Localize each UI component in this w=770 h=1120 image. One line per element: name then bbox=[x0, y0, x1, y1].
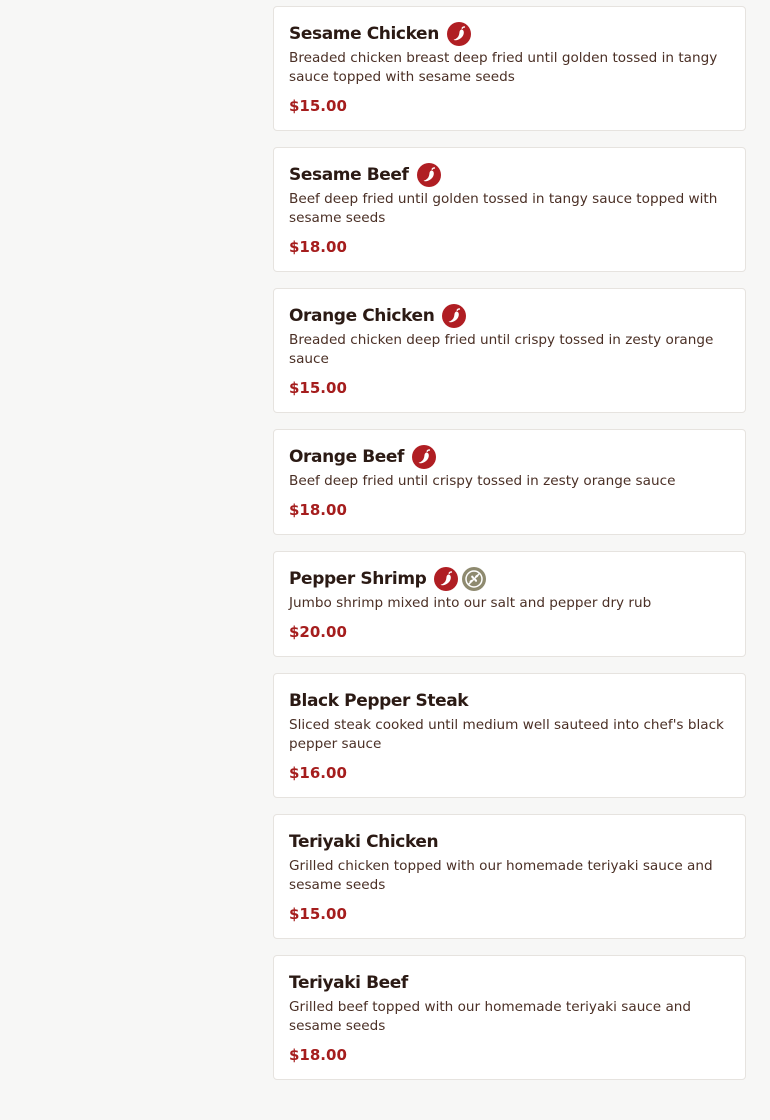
menu-item-description: Grilled chicken topped with our homemade… bbox=[289, 858, 713, 893]
menu-item-price: $15.00 bbox=[289, 97, 347, 115]
dietary-icons bbox=[446, 22, 475, 46]
menu-item-price: $15.00 bbox=[289, 905, 347, 923]
spicy-icon bbox=[416, 163, 441, 187]
menu-item-name: Black Pepper Steak bbox=[289, 691, 469, 711]
menu-item-name: Orange Beef bbox=[289, 447, 405, 467]
menu-item-header: Orange Chicken bbox=[289, 303, 730, 329]
menu-item-description: Beef deep fried until golden tossed in t… bbox=[289, 191, 718, 226]
menu-item-orange-chicken[interactable]: Orange Chicken Breaded chicken deep frie… bbox=[273, 288, 746, 413]
menu-item-pepper-shrimp[interactable]: Pepper Shrimp Jumbo shrimp mixed into ou… bbox=[273, 551, 746, 657]
menu-item-price: $18.00 bbox=[289, 238, 347, 256]
dietary-icons bbox=[416, 163, 445, 187]
menu-item-teriyaki-beef[interactable]: Teriyaki Beef Grilled beef topped with ou… bbox=[273, 955, 746, 1080]
dietary-icons bbox=[434, 567, 490, 591]
gluten-free-icon bbox=[462, 567, 487, 591]
menu-item-price: $20.00 bbox=[289, 623, 347, 641]
menu-item-price: $15.00 bbox=[289, 379, 347, 397]
menu-item-description: Sliced steak cooked until medium well sa… bbox=[289, 717, 724, 752]
menu-item-price: $18.00 bbox=[289, 1046, 347, 1064]
menu-item-name: Sesame Beef bbox=[289, 165, 409, 185]
menu-item-price: $16.00 bbox=[289, 764, 347, 782]
menu-item-name: Sesame Chicken bbox=[289, 24, 439, 44]
menu-item-header: Sesame Beef bbox=[289, 162, 730, 188]
spicy-icon bbox=[446, 22, 471, 46]
menu-item-description: Beef deep fried until crispy tossed in z… bbox=[289, 473, 676, 489]
menu-item-orange-beef[interactable]: Orange Beef Beef deep fried until crispy… bbox=[273, 429, 746, 535]
menu-item-header: Teriyaki Chicken bbox=[289, 829, 730, 855]
dietary-icons bbox=[412, 445, 440, 469]
dietary-icons bbox=[442, 304, 470, 328]
menu-item-description: Grilled beef topped with our homemade te… bbox=[289, 999, 692, 1034]
spicy-icon bbox=[434, 567, 459, 591]
spicy-icon bbox=[442, 304, 467, 328]
menu-item-header: Sesame Chicken bbox=[289, 21, 730, 47]
menu-item-sesame-beef[interactable]: Sesame Beef Beef deep fried until golden… bbox=[273, 147, 746, 272]
menu-item-name: Orange Chicken bbox=[289, 306, 435, 326]
menu-item-sesame-chicken[interactable]: Sesame Chicken Breaded chicken breast de… bbox=[273, 6, 746, 131]
menu-item-description: Breaded chicken deep fried until crispy … bbox=[289, 332, 714, 367]
menu-item-header: Black Pepper Steak bbox=[289, 688, 730, 714]
menu-item-name: Teriyaki Chicken bbox=[289, 832, 439, 852]
menu-item-header: Pepper Shrimp bbox=[289, 566, 730, 592]
menu-item-price: $18.00 bbox=[289, 501, 347, 519]
menu-item-header: Orange Beef bbox=[289, 444, 730, 470]
menu-item-description: Jumbo shrimp mixed into our salt and pep… bbox=[289, 595, 652, 611]
menu-item-black-pepper-steak[interactable]: Black Pepper Steak Sliced steak cooked un… bbox=[273, 673, 746, 798]
menu-item-name: Teriyaki Beef bbox=[289, 973, 408, 993]
menu-item-teriyaki-chicken[interactable]: Teriyaki Chicken Grilled chicken topped w… bbox=[273, 814, 746, 939]
spicy-icon bbox=[412, 445, 437, 469]
menu-item-name: Pepper Shrimp bbox=[289, 569, 427, 589]
menu-item-list: $20.00 Sesame Chicken Breaded chicken bre… bbox=[273, 0, 746, 1096]
menu-item-header: Teriyaki Beef bbox=[289, 970, 730, 996]
menu-item-description: Breaded chicken breast deep fried until … bbox=[289, 50, 718, 85]
